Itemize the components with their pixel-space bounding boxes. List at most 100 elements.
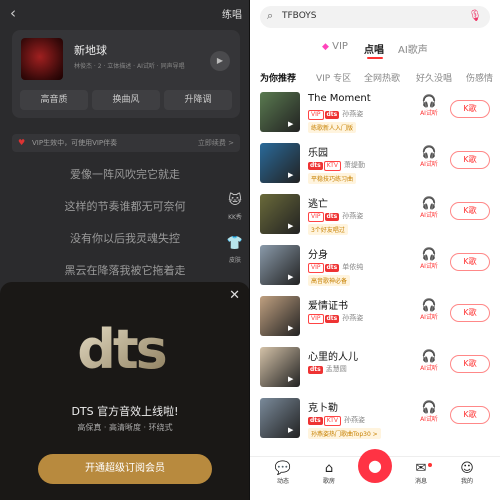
subtab-vip-zone[interactable]: VIP 专区 — [316, 71, 351, 84]
back-arrow-icon[interactable]: ‹ — [10, 4, 16, 22]
song-row[interactable]: ▶ 心里的人儿 dts 孟慧圆 🎧 AI试听 K歌 — [250, 347, 500, 397]
nav-feed[interactable]: 💬 动态 — [268, 461, 298, 485]
song-tag: dts — [308, 366, 323, 374]
ai-listen-button[interactable]: 🎧 AI试听 — [414, 247, 444, 270]
nav-label: 我的 — [460, 478, 473, 485]
song-thumbnail[interactable] — [260, 398, 300, 438]
sub-tabs: 为你推荐 VIP 专区 全网热歌 好久没唱 伤感情 — [250, 71, 500, 85]
song-thumbnail[interactable] — [260, 92, 300, 132]
nav-song-room[interactable]: ⌂ 歌房 — [314, 461, 344, 485]
song-tag: dts — [308, 417, 323, 425]
lyric-line: 这样的节奏谁都无可奈何 — [64, 200, 186, 213]
song-row[interactable]: ▶ 乐园 dts KTV 萧缇勤 平稳技巧练习曲 🎧 AI试听 K歌 — [250, 143, 500, 193]
mic-center-icon[interactable]: ● — [358, 449, 392, 483]
karaoke-button[interactable]: K歌 — [450, 304, 490, 322]
thumbnail-play-icon: ▶ — [288, 426, 294, 434]
tab-request[interactable]: 点唱 — [364, 41, 384, 56]
song-thumbnail[interactable] — [260, 245, 300, 285]
song-row[interactable]: ▶ 克卜勒 dts KTV 孙燕姿 孙燕姿热门歌曲Top30 > 🎧 AI试听 K歌 — [250, 398, 500, 448]
song-tag: dts — [324, 315, 340, 323]
cat-icon[interactable]: 🐱 — [225, 193, 245, 208]
karaoke-button[interactable]: K歌 — [450, 355, 490, 373]
song-badge: 孙燕姿热门歌曲Top30 > — [308, 428, 381, 439]
song-cover[interactable] — [21, 38, 63, 80]
thumbnail-play-icon: ▶ — [288, 375, 294, 383]
ai-listen-button[interactable]: 🎧 AI试听 — [414, 298, 444, 321]
high-quality-button[interactable]: 高音质 — [20, 90, 88, 110]
diamond-icon: ◆ — [322, 42, 329, 52]
ai-listen-button[interactable]: 🎧 AI试听 — [414, 196, 444, 219]
karaoke-button[interactable]: K歌 — [450, 100, 490, 118]
ai-listen-label: AI试听 — [420, 161, 438, 168]
lyric-line: 爱像一阵风吹完它就走 — [70, 168, 180, 181]
song-artist: 萧缇勤 — [343, 161, 365, 169]
nav-messages[interactable]: ✉ 消息 — [406, 461, 436, 485]
chat-icon: 💬 — [274, 461, 292, 476]
subtab-long-time[interactable]: 好久没唱 — [416, 71, 452, 84]
practice-button[interactable]: 练唱 — [222, 6, 242, 21]
karaoke-button[interactable]: K歌 — [450, 202, 490, 220]
renew-link[interactable]: 立即续费 > — [198, 134, 234, 152]
karaoke-button[interactable]: K歌 — [450, 406, 490, 424]
song-row[interactable]: ▶ 爱情证书 VIP dts 孙燕姿 🎧 AI试听 K歌 — [250, 296, 500, 346]
dts-promo-popup: ✕ dts DTS 官方音效上线啦! 高保真 · 高清晰度 · 环绕式 开通超级… — [0, 282, 250, 500]
ai-listen-button[interactable]: 🎧 AI试听 — [414, 349, 444, 372]
thumbnail-play-icon: ▶ — [288, 324, 294, 332]
song-tags: VIP dts 孙燕姿 — [308, 109, 363, 120]
song-thumbnail[interactable] — [260, 296, 300, 336]
song-title: 新地球 — [74, 44, 107, 57]
active-tab-indicator — [367, 57, 383, 59]
close-icon[interactable]: ✕ — [229, 288, 240, 303]
vip-heart-icon: ♥ — [18, 138, 26, 147]
song-title: 心里的人儿 — [308, 352, 358, 363]
song-room-icon: ⌂ — [324, 461, 334, 476]
headphones-icon: 🎧 — [421, 145, 437, 159]
subtab-sad[interactable]: 伤感情 — [466, 71, 493, 84]
shirt-icon[interactable]: 👕 — [225, 236, 245, 251]
song-tag: VIP — [308, 314, 324, 324]
song-row[interactable]: ▶ 逃亡 VIP dts 孙燕姿 3个好友唱过 🎧 AI试听 K歌 — [250, 194, 500, 244]
search-icon: ⌕ — [267, 9, 274, 22]
headphones-icon: 🎧 — [421, 247, 437, 261]
svg-text:dts: dts — [77, 322, 165, 377]
headphones-icon: 🎧 — [421, 349, 437, 363]
song-tag: VIP — [308, 212, 324, 222]
tab-ai-voice[interactable]: AI歌声 — [398, 41, 428, 56]
song-thumbnail[interactable] — [260, 143, 300, 183]
tab-vip[interactable]: ◆ VIP — [322, 41, 348, 52]
nav-label: 消息 — [414, 478, 427, 485]
song-row[interactable]: ▶ The Moment VIP dts 孙燕姿 练歌新人入门版 🎧 AI试听 K歌 — [250, 92, 500, 142]
karaoke-button[interactable]: K歌 — [450, 151, 490, 169]
song-row[interactable]: ▶ 分身 VIP dts 单依纯 高音歌神必备 🎧 AI试听 K歌 — [250, 245, 500, 295]
ai-listen-label: AI试听 — [420, 263, 438, 270]
nav-label: 动态 — [276, 478, 289, 485]
ai-listen-label: AI试听 — [420, 110, 438, 117]
play-icon[interactable]: ▶ — [210, 51, 230, 71]
song-title: 逃亡 — [308, 199, 328, 210]
song-artist: 孙燕姿 — [342, 314, 364, 322]
ai-listen-button[interactable]: 🎧 AI试听 — [414, 400, 444, 423]
song-tags: dts 孟慧圆 — [308, 364, 347, 374]
thumbnail-play-icon: ▶ — [288, 222, 294, 230]
vip-notice-text: VIP生效中，可使用VIP伴奏 — [32, 139, 118, 147]
vip-notice-bar[interactable]: ♥ VIP生效中，可使用VIP伴奏 立即续费 > — [12, 134, 240, 152]
song-thumbnail[interactable] — [260, 194, 300, 234]
side-label-kk: KK秀 — [228, 214, 242, 221]
pitch-button[interactable]: 升降调 — [164, 90, 232, 110]
song-tags: VIP dts 孙燕姿 — [308, 313, 363, 324]
subtab-recommend[interactable]: 为你推荐 — [260, 71, 296, 84]
song-tags: VIP dts 孙燕姿 — [308, 211, 363, 222]
change-style-button[interactable]: 换曲风 — [92, 90, 160, 110]
thumbnail-play-icon: ▶ — [288, 171, 294, 179]
song-tags: dts KTV 萧缇勤 — [308, 160, 365, 171]
nav-profile[interactable]: ☺ 我的 — [452, 461, 482, 485]
mic-icon[interactable]: 🎙 — [468, 9, 482, 22]
karaoke-button[interactable]: K歌 — [450, 253, 490, 271]
subscribe-button[interactable]: 开通超级订阅会员 — [38, 454, 212, 484]
ai-listen-button[interactable]: 🎧 AI试听 — [414, 145, 444, 168]
song-tag: VIP — [308, 110, 324, 120]
song-thumbnail[interactable] — [260, 347, 300, 387]
search-input[interactable]: ⌕ TFBOYS 🎙 — [260, 6, 490, 28]
ai-listen-button[interactable]: 🎧 AI试听 — [414, 94, 444, 117]
subtab-hot[interactable]: 全网热歌 — [364, 71, 400, 84]
